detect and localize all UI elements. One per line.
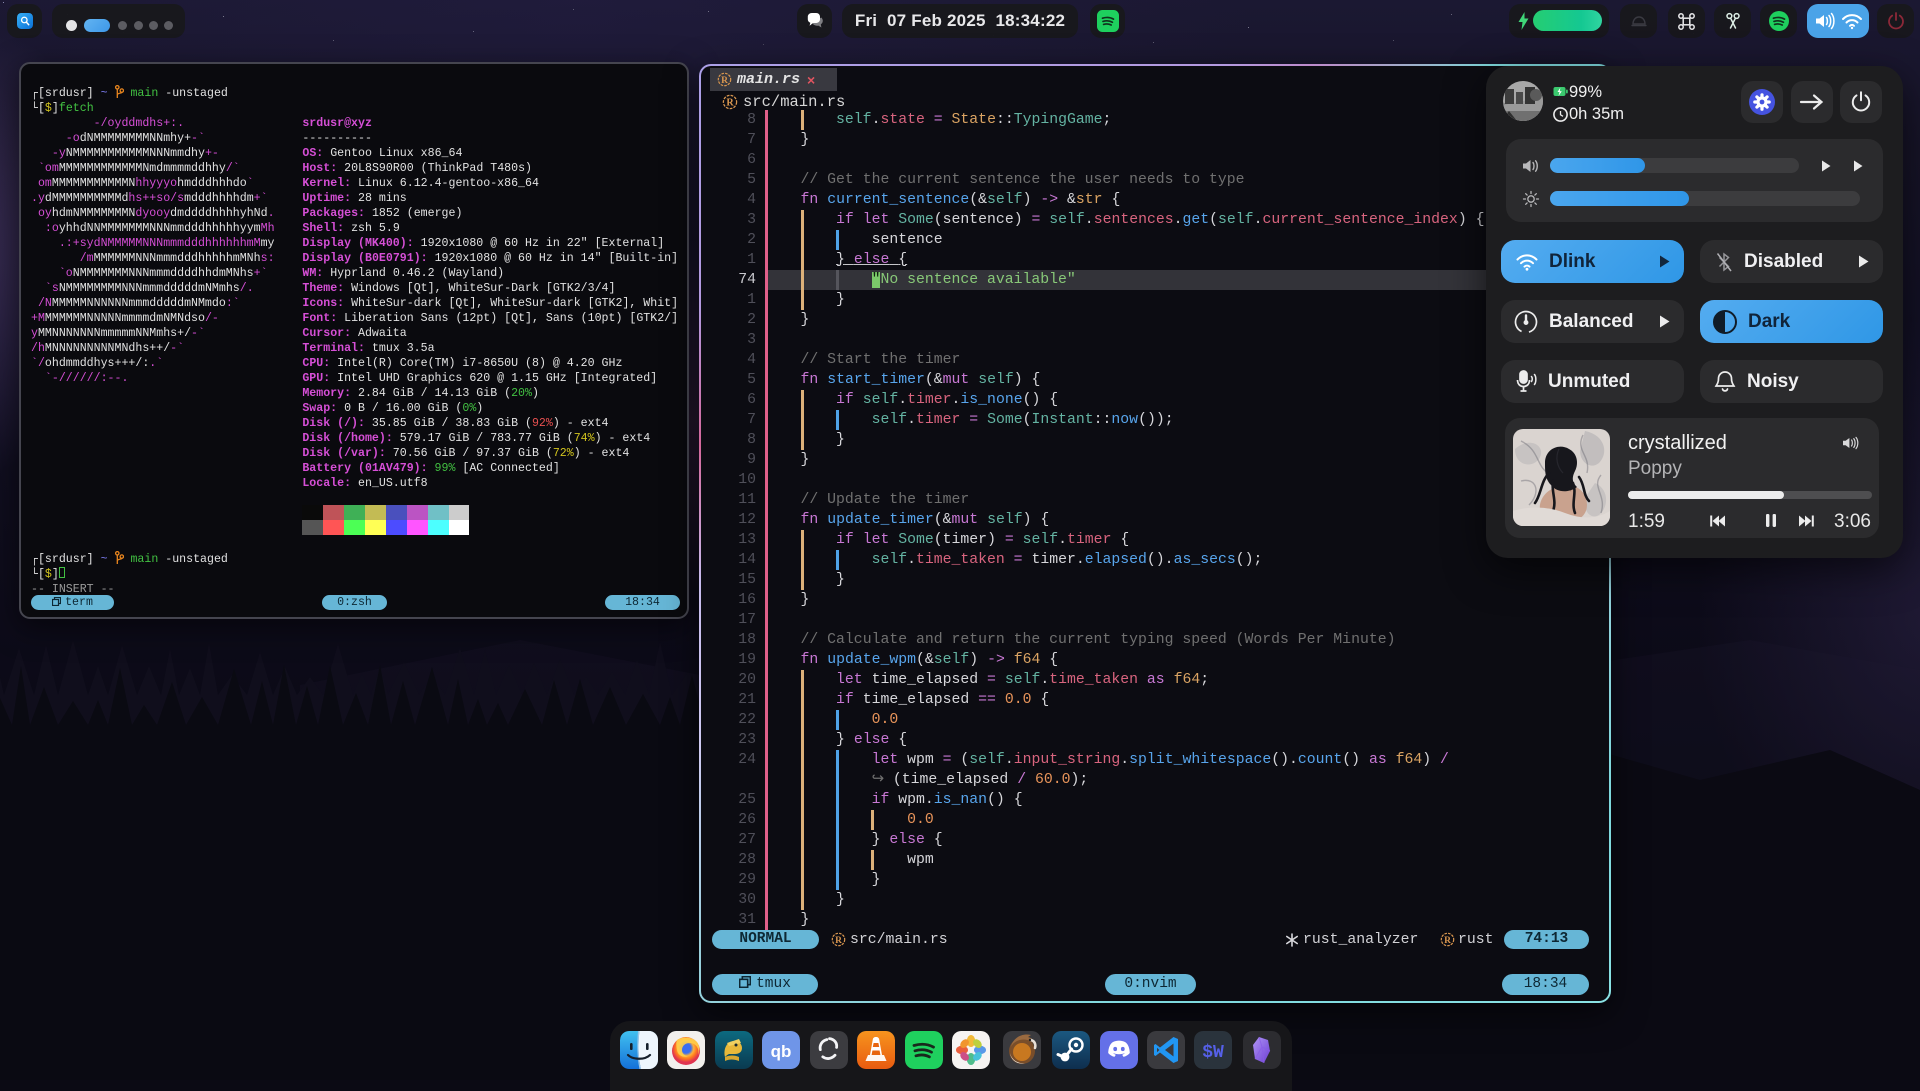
svg-text:R: R (721, 76, 728, 86)
svg-text:R: R (1444, 936, 1451, 946)
svg-text:qb: qb (771, 1042, 792, 1061)
svg-text:R: R (835, 936, 842, 946)
svg-text:R: R (726, 98, 734, 109)
svg-text:$W: $W (1202, 1043, 1224, 1063)
